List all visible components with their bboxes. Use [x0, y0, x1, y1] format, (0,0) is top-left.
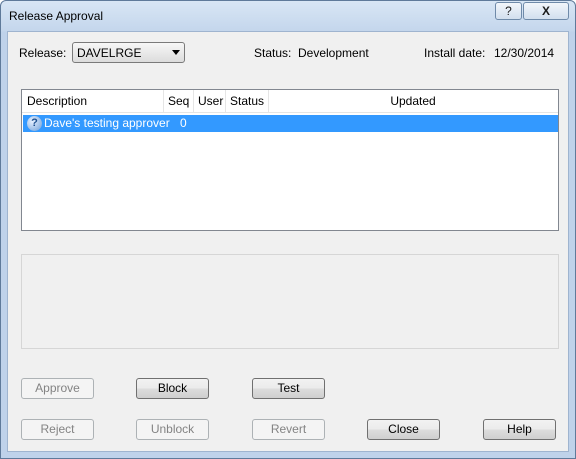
unblock-button[interactable]: Unblock — [136, 419, 209, 440]
release-label: Release: — [19, 46, 67, 60]
window-title: Release Approval — [9, 9, 104, 23]
dialog-body: Release: DAVELRGE Status: Development In… — [7, 31, 569, 452]
revert-button[interactable]: Revert — [252, 419, 325, 440]
table-row[interactable]: ? Dave's testing approver 0 — [23, 115, 558, 132]
status-value: Development — [298, 46, 369, 60]
column-header-description[interactable]: Description — [22, 90, 163, 112]
title-bar[interactable]: Release Approval ? X — [1, 1, 575, 31]
close-button[interactable]: Close — [367, 419, 440, 440]
release-dropdown[interactable]: DAVELRGE — [72, 42, 185, 63]
help-icon[interactable]: ? — [495, 2, 522, 20]
approve-button[interactable]: Approve — [21, 378, 94, 399]
status-label: Status: — [254, 46, 292, 60]
install-date-label: Install date: — [424, 46, 486, 60]
chevron-down-icon — [172, 50, 180, 55]
release-approval-window: Release Approval ? X Release: DAVELRGE S… — [0, 0, 576, 459]
release-value: DAVELRGE — [77, 46, 142, 60]
approver-details-panel — [21, 254, 559, 349]
install-date-value: 12/30/2014 — [494, 46, 555, 60]
column-header-seq[interactable]: Seq — [163, 90, 193, 112]
question-icon: ? — [27, 116, 42, 131]
row-seq: 0 — [180, 116, 187, 130]
block-button[interactable]: Block — [136, 378, 209, 399]
row-description: Dave's testing approver — [44, 116, 170, 130]
column-header-user[interactable]: User — [193, 90, 225, 112]
help-button[interactable]: Help — [483, 419, 556, 440]
approvers-list[interactable]: Description Seq User Status Updated ? Da… — [21, 89, 559, 231]
test-button[interactable]: Test — [252, 378, 325, 399]
list-header: Description Seq User Status Updated — [22, 90, 558, 113]
reject-button[interactable]: Reject — [21, 419, 94, 440]
column-header-status[interactable]: Status — [225, 90, 268, 112]
close-icon[interactable]: X — [523, 2, 569, 20]
column-header-updated[interactable]: Updated — [268, 90, 558, 112]
